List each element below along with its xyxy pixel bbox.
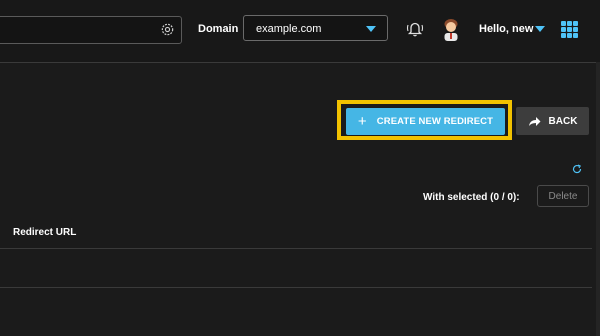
apps-grid-icon[interactable]	[561, 21, 578, 38]
refresh-icon[interactable]	[572, 164, 582, 174]
user-greeting[interactable]: Hello, new	[479, 23, 533, 35]
domain-select[interactable]: example.com	[243, 15, 388, 41]
plus-icon: +	[357, 113, 367, 130]
user-menu-chevron-icon[interactable]	[535, 26, 545, 32]
avatar[interactable]	[441, 17, 461, 41]
share-arrow-icon	[528, 116, 541, 126]
top-bar: Domain example.com Hello, new	[0, 0, 600, 63]
delete-button[interactable]: Delete	[537, 185, 589, 207]
bell-icon[interactable]	[405, 19, 425, 39]
divider	[0, 248, 592, 249]
gear-icon[interactable]	[160, 22, 175, 37]
create-new-redirect-label: CREATE NEW REDIRECT	[376, 116, 494, 127]
with-selected-label: With selected (0 / 0):	[423, 192, 520, 203]
chevron-down-icon	[366, 26, 376, 32]
column-header-redirect-url[interactable]: Redirect URL	[13, 227, 76, 238]
back-button[interactable]: BACK	[516, 107, 589, 135]
domain-select-value: example.com	[256, 23, 322, 35]
scrollbar[interactable]	[596, 62, 600, 336]
domain-label: Domain	[198, 23, 239, 35]
back-label: BACK	[548, 115, 578, 127]
search-input[interactable]	[0, 16, 182, 44]
divider	[0, 287, 592, 288]
create-new-redirect-button[interactable]: + CREATE NEW REDIRECT	[346, 108, 505, 135]
